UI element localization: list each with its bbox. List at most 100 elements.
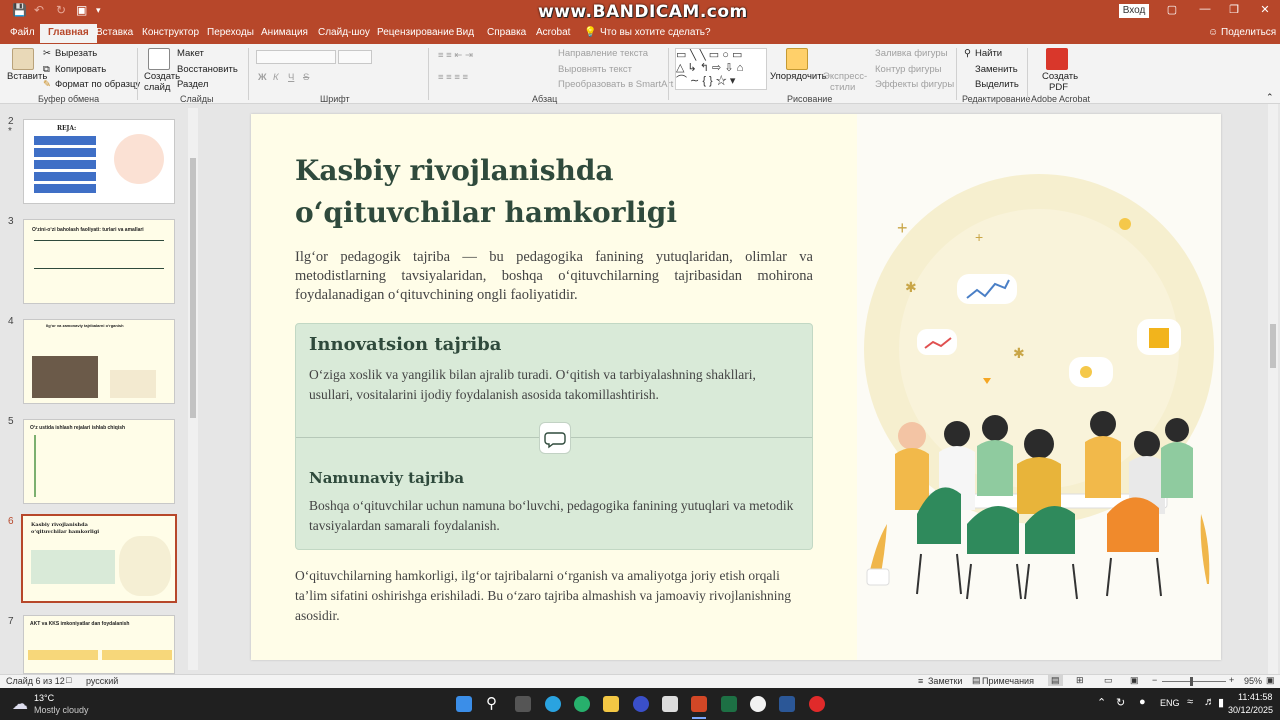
notes-icon[interactable]: ≡	[918, 676, 923, 686]
align-text-button[interactable]: Выровнять текст	[558, 64, 632, 75]
fit-slide-icon[interactable]: ▣	[1266, 675, 1275, 686]
weather-cloud-icon[interactable]: ☁	[12, 694, 28, 714]
shape-fill-button[interactable]: Заливка фигуры	[875, 48, 948, 59]
tell-me-search[interactable]: Что вы хотите сделать?	[600, 27, 711, 38]
shapes-gallery[interactable]: ▭ ╲ ╲ ▭ ○ ▭ △ ↳ ↰ ⇨ ⇩ ⌂ ⌒ ∼ { } ☆ ▾	[675, 48, 767, 90]
shape-outline-button[interactable]: Контур фигуры	[875, 64, 941, 75]
zoom-app-icon[interactable]	[633, 696, 649, 712]
teamwork-illustration[interactable]: + + ✱ ✱	[857, 114, 1221, 660]
reset-button[interactable]: Восстановить	[177, 64, 238, 75]
replace-button[interactable]: Заменить	[975, 64, 1018, 75]
bold-button[interactable]: Ж	[258, 72, 267, 83]
layout-button[interactable]: Макет	[177, 48, 204, 59]
cut-button[interactable]: Вырезать	[55, 48, 97, 59]
scrollbar-thumb[interactable]	[1270, 324, 1276, 368]
slide-intro-text[interactable]: Ilg‘or pedagogik tajriba — bu pedagogika…	[295, 248, 813, 305]
windows-start-icon[interactable]	[456, 696, 472, 712]
copy-button[interactable]: Копировать	[55, 64, 106, 75]
find-icon[interactable]: ⚲	[964, 48, 971, 59]
slide-sorter-icon[interactable]: ⊞	[1076, 675, 1084, 686]
sync-icon[interactable]: ↻	[1116, 696, 1125, 709]
create-pdf-label-1[interactable]: Создать	[1042, 71, 1078, 82]
font-family-select[interactable]	[256, 50, 336, 64]
wifi-icon[interactable]: ≈	[1187, 696, 1193, 708]
customize-toolbar-icon[interactable]: ▾	[96, 5, 101, 16]
notes-button[interactable]: Заметки	[928, 676, 962, 686]
battery-icon[interactable]: ▮	[1218, 696, 1224, 709]
align-icons[interactable]: ≡ ≡ ≡ ≡	[438, 72, 468, 83]
strikethrough-button[interactable]: S	[303, 72, 309, 83]
format-painter-icon[interactable]: ✎	[43, 79, 51, 90]
card-text-model[interactable]: Boshqa o‘qituvchilar uchun namuna bo‘luv…	[309, 496, 799, 536]
edge-icon[interactable]	[574, 696, 590, 712]
file-explorer-icon[interactable]	[603, 696, 619, 712]
italic-button[interactable]: К	[273, 72, 279, 83]
slide-thumbnail-7[interactable]: AKT va KKS imkoniyatlar dan foydalanish	[23, 615, 175, 674]
collapse-ribbon-icon[interactable]: ⌃	[1266, 92, 1274, 103]
slide-thumbnail-6[interactable]: Kasbiy rivojlanishda o‘qituvchilar hamko…	[21, 514, 177, 603]
task-view-icon[interactable]	[515, 696, 531, 712]
weather-temp[interactable]: 13°C	[34, 693, 54, 703]
quick-styles-label-1[interactable]: Экспресс-	[823, 71, 867, 82]
powerpoint-icon[interactable]	[691, 696, 707, 712]
clock-time[interactable]: 11:41:58	[1238, 692, 1272, 702]
language-indicator[interactable]: русский	[86, 676, 118, 686]
tab-slideshow[interactable]: Слайд-шоу	[318, 27, 370, 38]
paste-icon[interactable]	[12, 48, 34, 70]
tab-review[interactable]: Рецензирование	[377, 27, 454, 38]
close-icon[interactable]: ✕	[1250, 3, 1280, 16]
copy-icon[interactable]: ⧉	[43, 64, 50, 75]
share-button[interactable]: Поделиться	[1221, 27, 1276, 38]
paste-button[interactable]: Вставить	[7, 71, 47, 82]
section-button[interactable]: Раздел	[177, 79, 208, 90]
text-direction-button[interactable]: Направление текста	[558, 48, 648, 59]
reading-view-icon[interactable]: ▭	[1104, 675, 1113, 686]
slideshow-start-icon[interactable]: ▣	[76, 3, 87, 17]
zoom-out-icon[interactable]: −	[1152, 675, 1157, 685]
arrange-button[interactable]: Упорядочить	[770, 71, 827, 82]
undo-icon[interactable]: ↶	[34, 3, 44, 17]
tab-transitions[interactable]: Переходы	[207, 27, 254, 38]
cut-icon[interactable]: ✂	[43, 48, 51, 59]
thumbnail-scrollbar[interactable]	[188, 108, 198, 670]
zoom-slider-thumb[interactable]	[1190, 677, 1193, 686]
bandicam-icon[interactable]	[809, 696, 825, 712]
font-size-select[interactable]	[338, 50, 372, 64]
tab-animations[interactable]: Анимация	[261, 27, 308, 38]
comments-icon[interactable]: ▤	[972, 675, 981, 686]
yandex-icon[interactable]	[750, 696, 766, 712]
experience-card[interactable]: Innovatsion tajriba O‘ziga xoslik va yan…	[295, 323, 813, 550]
new-slide-label-1[interactable]: Создать	[144, 71, 180, 82]
save-icon[interactable]: 💾	[12, 3, 27, 17]
volume-icon[interactable]: ♬	[1204, 696, 1215, 708]
scrollbar-thumb[interactable]	[190, 158, 196, 418]
slide-footer-text[interactable]: O‘qituvchilarning hamkorligi, ilg‘or taj…	[295, 566, 807, 626]
new-slide-icon[interactable]	[148, 48, 170, 70]
slideshow-view-icon[interactable]: ▣	[1130, 675, 1139, 686]
weather-desc[interactable]: Mostly cloudy	[34, 705, 89, 715]
slide[interactable]: Kasbiy rivojlanishda o‘qituvchilar hamko…	[251, 114, 1221, 660]
input-language[interactable]: ENG	[1160, 698, 1180, 708]
card-title-innovative[interactable]: Innovatsion tajriba	[309, 334, 501, 355]
telegram-icon[interactable]	[545, 696, 561, 712]
comments-button[interactable]: Примечания	[982, 676, 1034, 686]
word-icon[interactable]	[779, 696, 795, 712]
quick-styles-label-2[interactable]: стили	[830, 82, 855, 93]
arrange-icon[interactable]	[786, 48, 808, 70]
search-icon[interactable]: ⚲	[486, 694, 497, 712]
slide-thumbnail-4[interactable]: Ilg‘or va zamonaviy tajribalarni o‘rgani…	[23, 319, 175, 404]
clock-date[interactable]: 30/12/2025	[1228, 705, 1273, 715]
minimize-icon[interactable]: —	[1190, 3, 1220, 15]
underline-button[interactable]: Ч	[288, 72, 294, 83]
tab-file[interactable]: Файл	[10, 27, 35, 38]
store-icon[interactable]	[662, 696, 678, 712]
slide-thumbnail-5[interactable]: O‘z ustida ishlash rejalari ishlab chiqi…	[23, 419, 175, 504]
shape-effects-button[interactable]: Эффекты фигуры	[875, 79, 954, 90]
format-painter-button[interactable]: Формат по образцу	[55, 79, 140, 90]
ribbon-display-icon[interactable]: ▢	[1157, 3, 1187, 16]
microphone-icon[interactable]: ●	[1139, 696, 1146, 708]
tab-acrobat[interactable]: Acrobat	[536, 27, 570, 38]
pdf-icon[interactable]	[1046, 48, 1068, 70]
create-pdf-label-2[interactable]: PDF	[1049, 82, 1068, 93]
zoom-slider[interactable]	[1162, 681, 1226, 682]
